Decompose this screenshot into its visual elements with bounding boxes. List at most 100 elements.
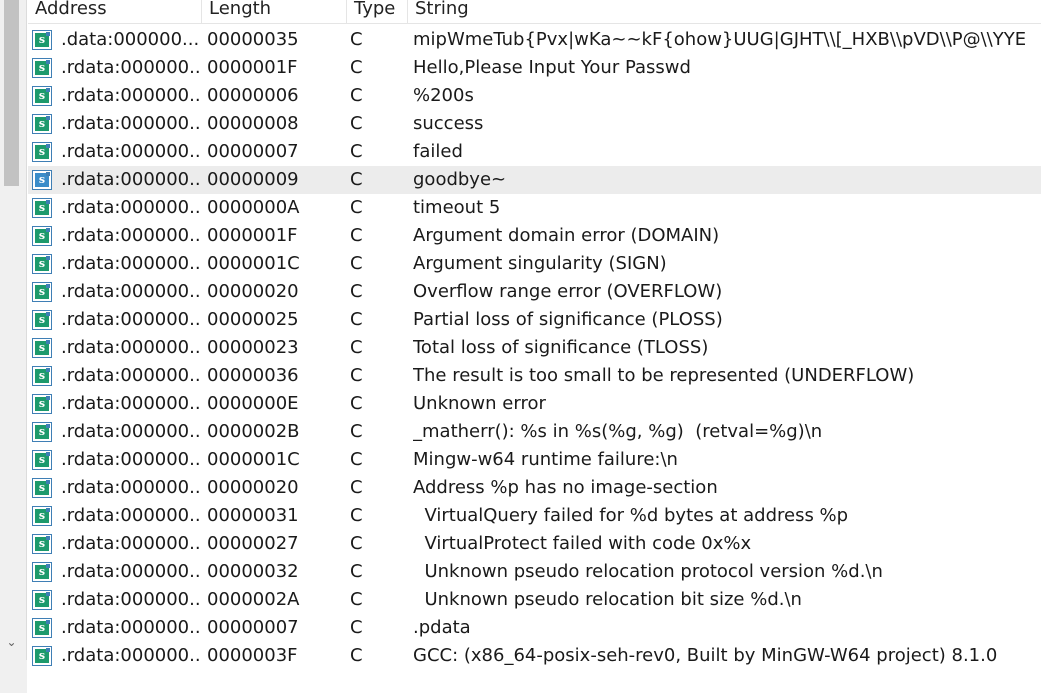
- table-row[interactable]: s .rdata:000000... 0000002A C Unknown pseud…: [28, 586, 1041, 614]
- cell-type: C: [350, 57, 363, 78]
- icon-corner-mark: [46, 228, 50, 232]
- table-row[interactable]: s .rdata:000000... 0000001F C Argument domai…: [28, 222, 1041, 250]
- table-row[interactable]: s .data:000000... 00000035 CmipWmeTub{Pvx|w…: [28, 26, 1041, 54]
- cell-address: .rdata:000000...: [61, 393, 201, 414]
- table-row[interactable]: s .rdata:000000... 0000001F C Hello,Please I…: [28, 54, 1041, 82]
- column-header-address[interactable]: Address: [28, 0, 202, 23]
- table-row[interactable]: s .rdata:000000... 0000003F C GCC: (x86_64-p…: [28, 642, 1041, 670]
- icon-corner-mark: [46, 536, 50, 540]
- table-row[interactable]: s .rdata:000000... 0000001C C Argument singu…: [28, 250, 1041, 278]
- icon-corner-mark: [46, 620, 50, 624]
- cell-length: 0000001F: [207, 225, 298, 246]
- table-row[interactable]: s .rdata:000000... 00000009 Cgoodbye~: [28, 166, 1041, 194]
- string-literal-icon: s: [32, 310, 52, 330]
- row-icon-cell: s: [32, 166, 54, 194]
- cell-type: C: [350, 85, 363, 106]
- table-row[interactable]: s .rdata:000000... 00000036 C The result is …: [28, 362, 1041, 390]
- column-header-type[interactable]: Type: [347, 0, 408, 23]
- cell-length: 0000001C: [207, 253, 300, 274]
- row-icon-cell: s: [32, 278, 54, 306]
- cell-string: Argument singularity (SIGN): [413, 253, 667, 274]
- icon-corner-mark: [46, 116, 50, 120]
- cell-address: .rdata:000000...: [61, 169, 201, 190]
- row-icon-cell: s: [32, 110, 54, 138]
- cell-length: 0000002A: [207, 589, 300, 610]
- cell-string: GCC: (x86_64-posix-seh-rev0, Built by Mi…: [413, 645, 998, 666]
- string-literal-icon: s: [32, 562, 52, 582]
- row-icon-cell: s: [32, 390, 54, 418]
- cell-type: C: [350, 225, 363, 246]
- cell-address: .rdata:000000...: [61, 589, 201, 610]
- strings-window: ⌄ Address Length Type String s .data:0000…: [0, 0, 1041, 693]
- cell-string: Unknown error: [413, 393, 546, 414]
- scrollbar-thumb[interactable]: [4, 0, 19, 186]
- cell-type: C: [350, 141, 363, 162]
- icon-corner-mark: [46, 648, 50, 652]
- row-icon-cell: s: [32, 334, 54, 362]
- table-row[interactable]: s .rdata:000000... 00000031 C VirtualQuery …: [28, 502, 1041, 530]
- table-row[interactable]: s .rdata:000000... 00000008 Csuccess: [28, 110, 1041, 138]
- string-literal-icon: s: [32, 338, 52, 358]
- cell-address: .rdata:000000...: [61, 85, 201, 106]
- strings-table-body: s .data:000000... 00000035 CmipWmeTub{Pvx|w…: [28, 26, 1041, 670]
- cell-type: C: [350, 533, 363, 554]
- table-row[interactable]: s .rdata:000000... 0000002B C _matherr(): %s…: [28, 418, 1041, 446]
- cell-length: 00000009: [207, 169, 299, 190]
- cell-address: .rdata:000000...: [61, 645, 201, 666]
- cell-type: C: [350, 505, 363, 526]
- cell-type: C: [350, 113, 363, 134]
- row-icon-cell: s: [32, 418, 54, 446]
- icon-corner-mark: [46, 396, 50, 400]
- table-row[interactable]: s .rdata:000000... 0000000E C Unknown error: [28, 390, 1041, 418]
- icon-corner-mark: [46, 312, 50, 316]
- string-literal-icon: s: [32, 86, 52, 106]
- column-header-string[interactable]: String: [408, 0, 1041, 23]
- cell-type: C: [350, 29, 363, 50]
- icon-corner-mark: [46, 592, 50, 596]
- string-literal-icon: s: [32, 422, 52, 442]
- table-row[interactable]: s .rdata:000000... 00000027 C VirtualProtec…: [28, 530, 1041, 558]
- icon-corner-mark: [46, 508, 50, 512]
- icon-corner-mark: [46, 32, 50, 36]
- cell-string: _matherr(): %s in %s(%g, %g) (retval=%g)…: [413, 421, 823, 442]
- cell-type: C: [350, 337, 363, 358]
- cell-string: .pdata: [413, 617, 471, 638]
- cell-address: .rdata:000000...: [61, 281, 201, 302]
- cell-string: Partial loss of significance (PLOSS): [413, 309, 723, 330]
- cell-length: 00000020: [207, 281, 299, 302]
- cell-string: Mingw-w64 runtime failure:\n: [413, 449, 678, 470]
- row-icon-cell: s: [32, 586, 54, 614]
- column-header-length[interactable]: Length: [202, 0, 347, 23]
- icon-corner-mark: [46, 256, 50, 260]
- cell-address: .rdata:000000...: [61, 253, 201, 274]
- cell-length: 00000023: [207, 337, 299, 358]
- scroll-down-arrow-icon[interactable]: ⌄: [4, 632, 19, 652]
- table-row[interactable]: s .rdata:000000... 00000032 C Unknown pseud…: [28, 558, 1041, 586]
- cell-type: C: [350, 645, 363, 666]
- table-row[interactable]: s .rdata:000000... 0000001C C Mingw-w64 runt…: [28, 446, 1041, 474]
- icon-corner-mark: [46, 340, 50, 344]
- table-row[interactable]: s .rdata:000000... 00000020 C Overflow range…: [28, 278, 1041, 306]
- table-row[interactable]: s .rdata:000000... 0000000A Ctimeout 5: [28, 194, 1041, 222]
- table-row[interactable]: s .rdata:000000... 00000020 C Address %p has…: [28, 474, 1041, 502]
- row-icon-cell: s: [32, 446, 54, 474]
- cell-type: C: [350, 309, 363, 330]
- cell-address: .rdata:000000...: [61, 141, 201, 162]
- cell-address: .rdata:000000...: [61, 365, 201, 386]
- string-literal-icon: s: [32, 506, 52, 526]
- table-row[interactable]: s .rdata:000000... 00000025 C Partial loss o…: [28, 306, 1041, 334]
- cell-string: %200s: [413, 85, 474, 106]
- string-literal-icon: s: [32, 170, 52, 190]
- row-icon-cell: s: [32, 82, 54, 110]
- cell-length: 00000036: [207, 365, 299, 386]
- string-literal-icon: s: [32, 366, 52, 386]
- table-row[interactable]: s .rdata:000000... 00000007 Cfailed: [28, 138, 1041, 166]
- table-row[interactable]: s .rdata:000000... 00000006 C %200s: [28, 82, 1041, 110]
- cell-string: failed: [413, 141, 463, 162]
- table-row[interactable]: s .rdata:000000... 00000023 C Total loss of …: [28, 334, 1041, 362]
- vertical-scrollbar[interactable]: ⌄: [0, 0, 27, 693]
- string-literal-icon: s: [32, 114, 52, 134]
- table-row[interactable]: s .rdata:000000... 00000007 C .pdata: [28, 614, 1041, 642]
- icon-corner-mark: [46, 368, 50, 372]
- cell-string: success: [413, 113, 484, 134]
